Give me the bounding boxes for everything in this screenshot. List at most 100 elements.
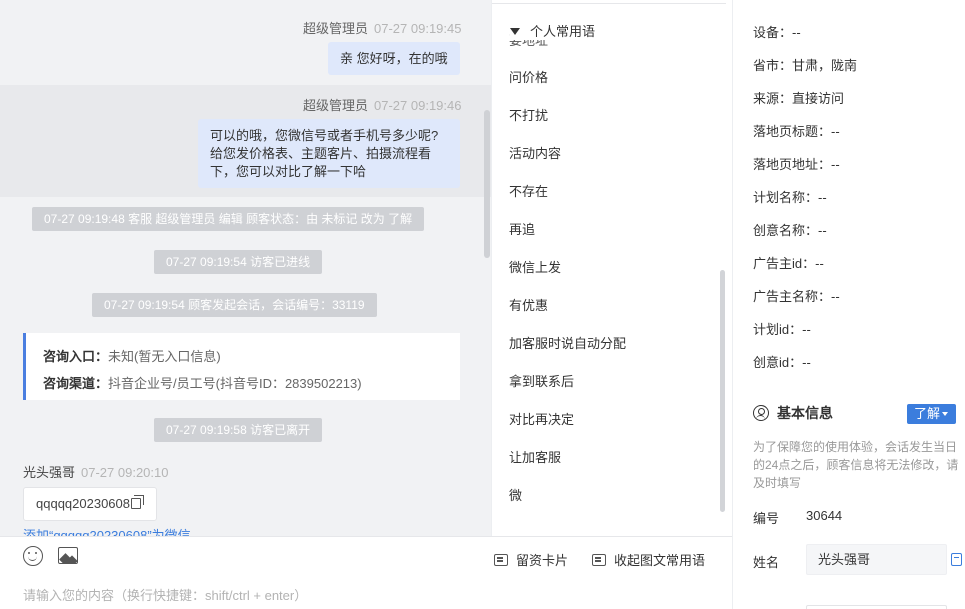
info-label: 创意名称： <box>753 223 819 238</box>
info-label: 创意id： <box>753 355 803 370</box>
id-value: 30644 <box>806 508 843 523</box>
incoming-message[interactable]: qqqqq20230608 <box>23 487 157 521</box>
name-field[interactable]: 光头强哥 <box>806 544 947 575</box>
info-value: -- <box>831 124 840 139</box>
sender-name: 光头强哥 <box>23 465 76 480</box>
customer-status-dropdown[interactable]: 了解 <box>907 404 956 424</box>
info-value: -- <box>831 157 840 172</box>
entry-value: 未知(暂无入口信息) <box>108 349 221 364</box>
source-info-card: 咨询入口：未知(暂无入口信息) 咨询渠道：抖音企业号/员工号(抖音号ID：283… <box>23 333 460 400</box>
user-icon <box>753 405 769 421</box>
system-notice: 07-27 09:19:54 顾客发起会话，会话编号：33119 <box>92 293 377 317</box>
next-field[interactable] <box>806 605 947 609</box>
message-meta: 光头强哥 07-27 09:20:10 <box>23 462 168 481</box>
image-icon[interactable] <box>58 547 78 564</box>
emoji-icon[interactable] <box>23 546 43 566</box>
info-value: -- <box>815 256 824 271</box>
id-label: 编号 <box>753 511 780 526</box>
info-value: -- <box>802 355 811 370</box>
info-row-region: 省市：甘肃，陇南 <box>753 55 857 74</box>
info-value: -- <box>792 25 801 40</box>
message-line: 给您发价格表、主题客片、拍摄流程看 <box>210 146 432 161</box>
message-line: 下，您可以对比了解一下哈 <box>210 164 367 179</box>
chat-panel: 超级管理员 07-27 09:19:45 亲 您好呀，在的哦 超级管理员 07-27… <box>0 0 491 536</box>
entry-label: 咨询入口： <box>43 349 109 364</box>
message-input[interactable]: 请输入您的内容（换行快捷键：shift/ctrl + enter） <box>23 585 307 604</box>
info-label: 省市： <box>753 58 793 73</box>
divider <box>492 3 726 4</box>
copy-icon[interactable] <box>131 495 144 509</box>
phrase-item[interactable]: 问价格 <box>509 67 548 86</box>
info-row-plan-id: 计划id：-- <box>753 319 811 338</box>
info-row-advertiser-name: 广告主名称：-- <box>753 286 840 305</box>
info-label: 来源： <box>753 91 793 106</box>
status-label: 了解 <box>914 406 941 421</box>
system-notice: 07-27 09:19:54 访客已进线 <box>154 250 323 274</box>
info-row-landing-url: 落地页地址：-- <box>753 154 840 173</box>
info-label: 落地页标题： <box>753 124 832 139</box>
add-wechat-link[interactable]: 添加“qqqqq20230608”为微信 <box>23 525 191 536</box>
phrase-item[interactable]: 有优惠 <box>509 295 548 314</box>
info-value: 甘肃，陇南 <box>792 58 858 73</box>
phrase-item[interactable]: 活动内容 <box>509 143 561 162</box>
contact-card-button[interactable]: 留资卡片 <box>494 550 568 569</box>
sender-name: 超级管理员 <box>303 21 369 36</box>
message-input-area: 留资卡片 收起图文常用语 请输入您的内容（换行快捷键：shift/ctrl + … <box>0 536 732 609</box>
message-line: 可以的哦，您微信号或者手机号多少呢? <box>210 128 439 143</box>
channel-label: 咨询渠道： <box>43 376 109 391</box>
info-label: 广告主名称： <box>753 289 832 304</box>
info-value: -- <box>818 190 827 205</box>
info-row-source: 来源：直接访问 <box>753 88 844 107</box>
message-time: 07-27 09:19:45 <box>374 21 462 36</box>
basic-info-title: 基本信息 <box>753 403 833 423</box>
info-row-landing-title: 落地页标题：-- <box>753 121 840 140</box>
phrase-item[interactable]: 拿到联系后 <box>509 371 574 390</box>
phrase-item[interactable]: 不存在 <box>509 181 548 200</box>
name-value: 光头强哥 <box>818 552 871 567</box>
info-label: 计划名称： <box>753 190 819 205</box>
card-icon <box>592 554 606 566</box>
info-row-creative-id: 创意id：-- <box>753 352 811 371</box>
phrase-item[interactable]: 让加客服 <box>509 447 561 466</box>
name-label: 姓名 <box>753 555 780 570</box>
phrase-item[interactable]: 微信上发 <box>509 257 561 276</box>
channel-value: 抖音企业号/员工号(抖音号ID：2839502213) <box>108 376 362 391</box>
outgoing-message[interactable]: 亲 您好呀，在的哦 <box>328 42 460 75</box>
system-notice: 07-27 09:19:58 访客已离开 <box>154 418 323 442</box>
sender-name: 超级管理员 <box>303 98 369 113</box>
caret-down-icon <box>942 412 949 416</box>
phrase-item[interactable]: 加客服时说自动分配 <box>509 333 626 352</box>
edit-icon[interactable] <box>951 553 962 566</box>
info-label: 广告主id： <box>753 256 816 271</box>
customer-info-panel: 设备：-- 省市：甘肃，陇南 来源：直接访问 落地页标题：-- 落地页地址：--… <box>732 0 965 609</box>
contact-card-label: 留资卡片 <box>516 553 569 568</box>
collapse-phrases-label: 收起图文常用语 <box>614 553 706 568</box>
phrases-scrollbar[interactable] <box>720 270 725 512</box>
phrase-item[interactable]: 对比再决定 <box>509 409 574 428</box>
info-row-advertiser-id: 广告主id：-- <box>753 253 824 272</box>
outgoing-message[interactable]: 可以的哦，您微信号或者手机号多少呢? 给您发价格表、主题客片、拍摄流程看 下，您… <box>198 119 460 188</box>
message-time: 07-27 09:19:46 <box>374 98 462 113</box>
info-label: 计划id： <box>753 322 803 337</box>
card-icon <box>494 554 508 566</box>
info-row-device: 设备：-- <box>753 22 801 41</box>
chat-scrollbar[interactable] <box>484 110 490 258</box>
message-time: 07-27 09:20:10 <box>81 465 169 480</box>
info-row-plan-name: 计划名称：-- <box>753 187 827 206</box>
section-title-text: 基本信息 <box>777 405 833 421</box>
message-meta: 超级管理员 07-27 09:19:46 <box>303 95 461 114</box>
phrase-item[interactable]: 微 <box>509 485 522 504</box>
info-value: -- <box>818 223 827 238</box>
info-value: 直接访问 <box>792 91 845 106</box>
system-notice: 07-27 09:19:48 客服 超级管理员 编辑 顾客状态：由 未标记 改为… <box>32 207 425 231</box>
info-row-creative-name: 创意名称：-- <box>753 220 827 239</box>
phrase-item[interactable]: 不打扰 <box>509 105 548 124</box>
info-label: 落地页地址： <box>753 157 832 172</box>
common-phrases-panel: 要地址 个人常用语 问价格 不打扰 活动内容 不存在 再追 微信上发 有优惠 加… <box>491 0 732 536</box>
info-label: 设备： <box>753 25 793 40</box>
message-meta: 超级管理员 07-27 09:19:45 <box>303 18 461 37</box>
collapse-phrases-button[interactable]: 收起图文常用语 <box>592 550 705 569</box>
phrase-item[interactable]: 再追 <box>509 219 535 238</box>
phrase-group-header[interactable]: 个人常用语 <box>510 21 600 40</box>
message-text: 亲 您好呀，在的哦 <box>340 51 448 66</box>
